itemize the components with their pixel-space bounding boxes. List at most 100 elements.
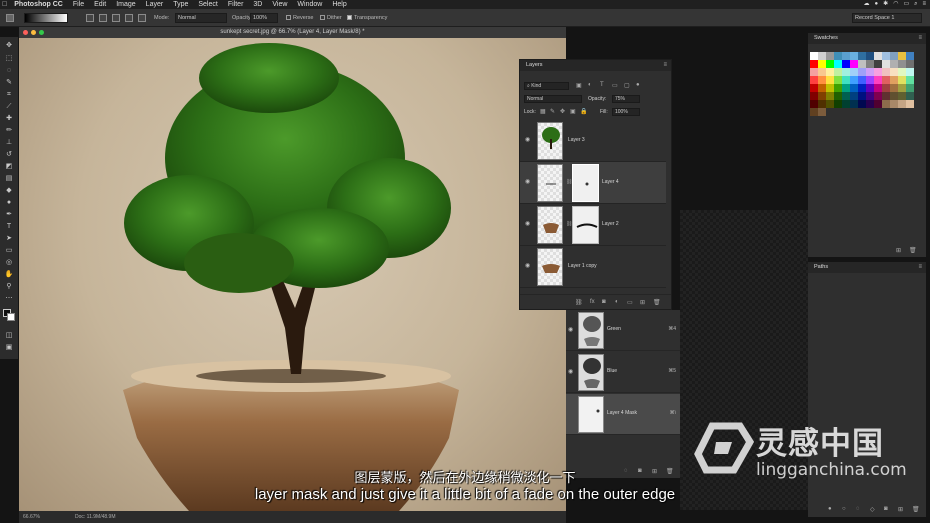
color-swatch[interactable] bbox=[906, 68, 914, 76]
color-swatch[interactable] bbox=[906, 60, 914, 68]
shape-tool-icon[interactable]: ▭ bbox=[4, 246, 14, 255]
color-swatch[interactable] bbox=[850, 60, 858, 68]
color-swatch[interactable] bbox=[882, 68, 890, 76]
quick-select-tool-icon[interactable]: ✎ bbox=[4, 78, 14, 87]
color-swatch[interactable] bbox=[826, 100, 834, 108]
menu-help[interactable]: Help bbox=[327, 0, 351, 9]
background-color-swatch[interactable] bbox=[7, 313, 15, 321]
layers-panel-title[interactable]: Layers bbox=[520, 60, 671, 71]
selection-to-path-icon[interactable]: ◇ bbox=[870, 506, 875, 513]
fill-path-icon[interactable]: ● bbox=[828, 506, 832, 512]
list-icon[interactable]: ≡ bbox=[922, 0, 926, 9]
eyedropper-tool-icon[interactable]: ⟋ bbox=[4, 102, 14, 111]
color-swatch[interactable] bbox=[858, 68, 866, 76]
delete-path-icon[interactable]: 🗑 bbox=[912, 506, 920, 513]
color-swatch[interactable] bbox=[866, 100, 874, 108]
path-select-icon[interactable]: ➤ bbox=[4, 234, 14, 243]
mode-select[interactable]: Normal bbox=[175, 13, 227, 23]
new-layer-icon[interactable]: ⊞ bbox=[640, 299, 645, 306]
visibility-eye-icon[interactable]: ◉ bbox=[568, 327, 574, 333]
color-swatch[interactable] bbox=[818, 92, 826, 100]
paths-panel-title[interactable]: Paths bbox=[808, 262, 926, 273]
color-swatch[interactable] bbox=[882, 100, 890, 108]
color-swatch[interactable] bbox=[850, 52, 858, 60]
zoom-window-icon[interactable] bbox=[39, 30, 44, 35]
document-title-bar[interactable]: sunkept secret.jpg @ 66.7% (Layer 4, Lay… bbox=[19, 27, 566, 38]
visibility-eye-icon[interactable]: ◉ bbox=[525, 221, 531, 227]
blur-tool-icon[interactable]: ◆ bbox=[4, 186, 14, 195]
layer-name[interactable]: Layer 2 bbox=[602, 221, 619, 227]
color-swatch[interactable] bbox=[858, 76, 866, 84]
layer-row[interactable]: ◉ ⛓ Layer 2 bbox=[520, 204, 666, 246]
lock-position-icon[interactable]: ✥ bbox=[560, 108, 565, 115]
menu-window[interactable]: Window bbox=[292, 0, 327, 9]
wifi-icon[interactable]: ◠ bbox=[893, 0, 898, 9]
dither-checkbox[interactable]: Dither bbox=[320, 9, 342, 27]
bluetooth-icon[interactable]: ✱ bbox=[883, 0, 888, 9]
lock-pixels-icon[interactable]: ✎ bbox=[550, 108, 555, 115]
cloud-icon[interactable]: ☁ bbox=[864, 0, 870, 9]
color-swatch[interactable] bbox=[834, 92, 842, 100]
color-swatch[interactable] bbox=[834, 60, 842, 68]
menu-type[interactable]: Type bbox=[168, 0, 193, 9]
color-swatch[interactable] bbox=[810, 60, 818, 68]
gradient-tool-icon[interactable] bbox=[6, 14, 14, 22]
layer-name[interactable]: Layer 4 bbox=[602, 179, 619, 185]
menu-view[interactable]: View bbox=[267, 0, 292, 9]
layer-thumbnail[interactable] bbox=[537, 206, 563, 244]
channel-name[interactable]: Green bbox=[607, 326, 621, 332]
screen-mode-icon[interactable]: ▣ bbox=[4, 343, 14, 352]
reflected-gradient-icon[interactable] bbox=[125, 14, 133, 22]
pen-tool-icon[interactable]: ✒ bbox=[4, 210, 14, 219]
marquee-tool-icon[interactable]: ⬚ bbox=[4, 54, 14, 63]
new-group-icon[interactable]: ▭ bbox=[627, 299, 633, 306]
color-swatch[interactable] bbox=[866, 52, 874, 60]
filter-toggle-icon[interactable]: ● bbox=[636, 82, 640, 88]
color-swatch[interactable] bbox=[874, 76, 882, 84]
radial-gradient-icon[interactable] bbox=[99, 14, 107, 22]
diamond-gradient-icon[interactable] bbox=[138, 14, 146, 22]
color-swatch[interactable] bbox=[882, 92, 890, 100]
menu-edit[interactable]: Edit bbox=[89, 0, 111, 9]
panel-menu-icon[interactable]: ≡ bbox=[918, 35, 922, 41]
color-swatch[interactable] bbox=[842, 52, 850, 60]
color-swatch[interactable] bbox=[818, 60, 826, 68]
color-swatch[interactable] bbox=[890, 92, 898, 100]
color-swatch[interactable] bbox=[866, 76, 874, 84]
color-swatch[interactable] bbox=[826, 60, 834, 68]
battery-icon[interactable]: ▭ bbox=[903, 0, 909, 9]
close-window-icon[interactable] bbox=[23, 30, 28, 35]
color-swatch[interactable] bbox=[818, 76, 826, 84]
color-swatch[interactable] bbox=[818, 108, 826, 116]
layer-row[interactable]: ◉ Layer 3 bbox=[520, 120, 666, 162]
color-swatch[interactable] bbox=[866, 60, 874, 68]
color-swatch[interactable] bbox=[906, 84, 914, 92]
minimize-window-icon[interactable] bbox=[31, 30, 36, 35]
type-filter-icon[interactable]: T bbox=[600, 82, 604, 88]
color-swatch[interactable] bbox=[826, 76, 834, 84]
layer-thumbnail[interactable] bbox=[537, 164, 563, 202]
color-swatch[interactable] bbox=[874, 100, 882, 108]
color-swatch[interactable] bbox=[906, 76, 914, 84]
color-swatch[interactable] bbox=[834, 100, 842, 108]
visibility-eye-icon[interactable]: ◉ bbox=[525, 179, 531, 185]
layer-mask-thumbnail[interactable] bbox=[572, 206, 599, 244]
filter-kind-select[interactable]: ⌕ Kind bbox=[524, 82, 569, 90]
blend-mode-select[interactable]: Normal bbox=[524, 95, 582, 103]
color-swatch[interactable] bbox=[898, 68, 906, 76]
color-swatch[interactable] bbox=[866, 92, 874, 100]
gradient-picker[interactable] bbox=[24, 13, 68, 23]
delete-swatch-icon[interactable]: 🗑 bbox=[909, 247, 917, 254]
layer-row[interactable]: ◉ ⛓ Layer 4 bbox=[520, 162, 666, 204]
channel-row[interactable]: ◉ Blue ⌘5 bbox=[566, 352, 680, 393]
dodge-tool-icon[interactable]: ● bbox=[4, 198, 14, 207]
channel-name[interactable]: Layer 4 Mask bbox=[607, 410, 637, 416]
color-swatch[interactable] bbox=[890, 84, 898, 92]
color-swatch[interactable] bbox=[842, 84, 850, 92]
add-mask-icon[interactable]: ◙ bbox=[602, 299, 606, 305]
lock-artboard-icon[interactable]: ▣ bbox=[570, 108, 576, 115]
reverse-checkbox[interactable]: Reverse bbox=[286, 9, 313, 27]
color-swatch[interactable] bbox=[890, 52, 898, 60]
history-brush-icon[interactable]: ↺ bbox=[4, 150, 14, 159]
workspace-select[interactable]: Record Space 1 bbox=[852, 13, 922, 23]
